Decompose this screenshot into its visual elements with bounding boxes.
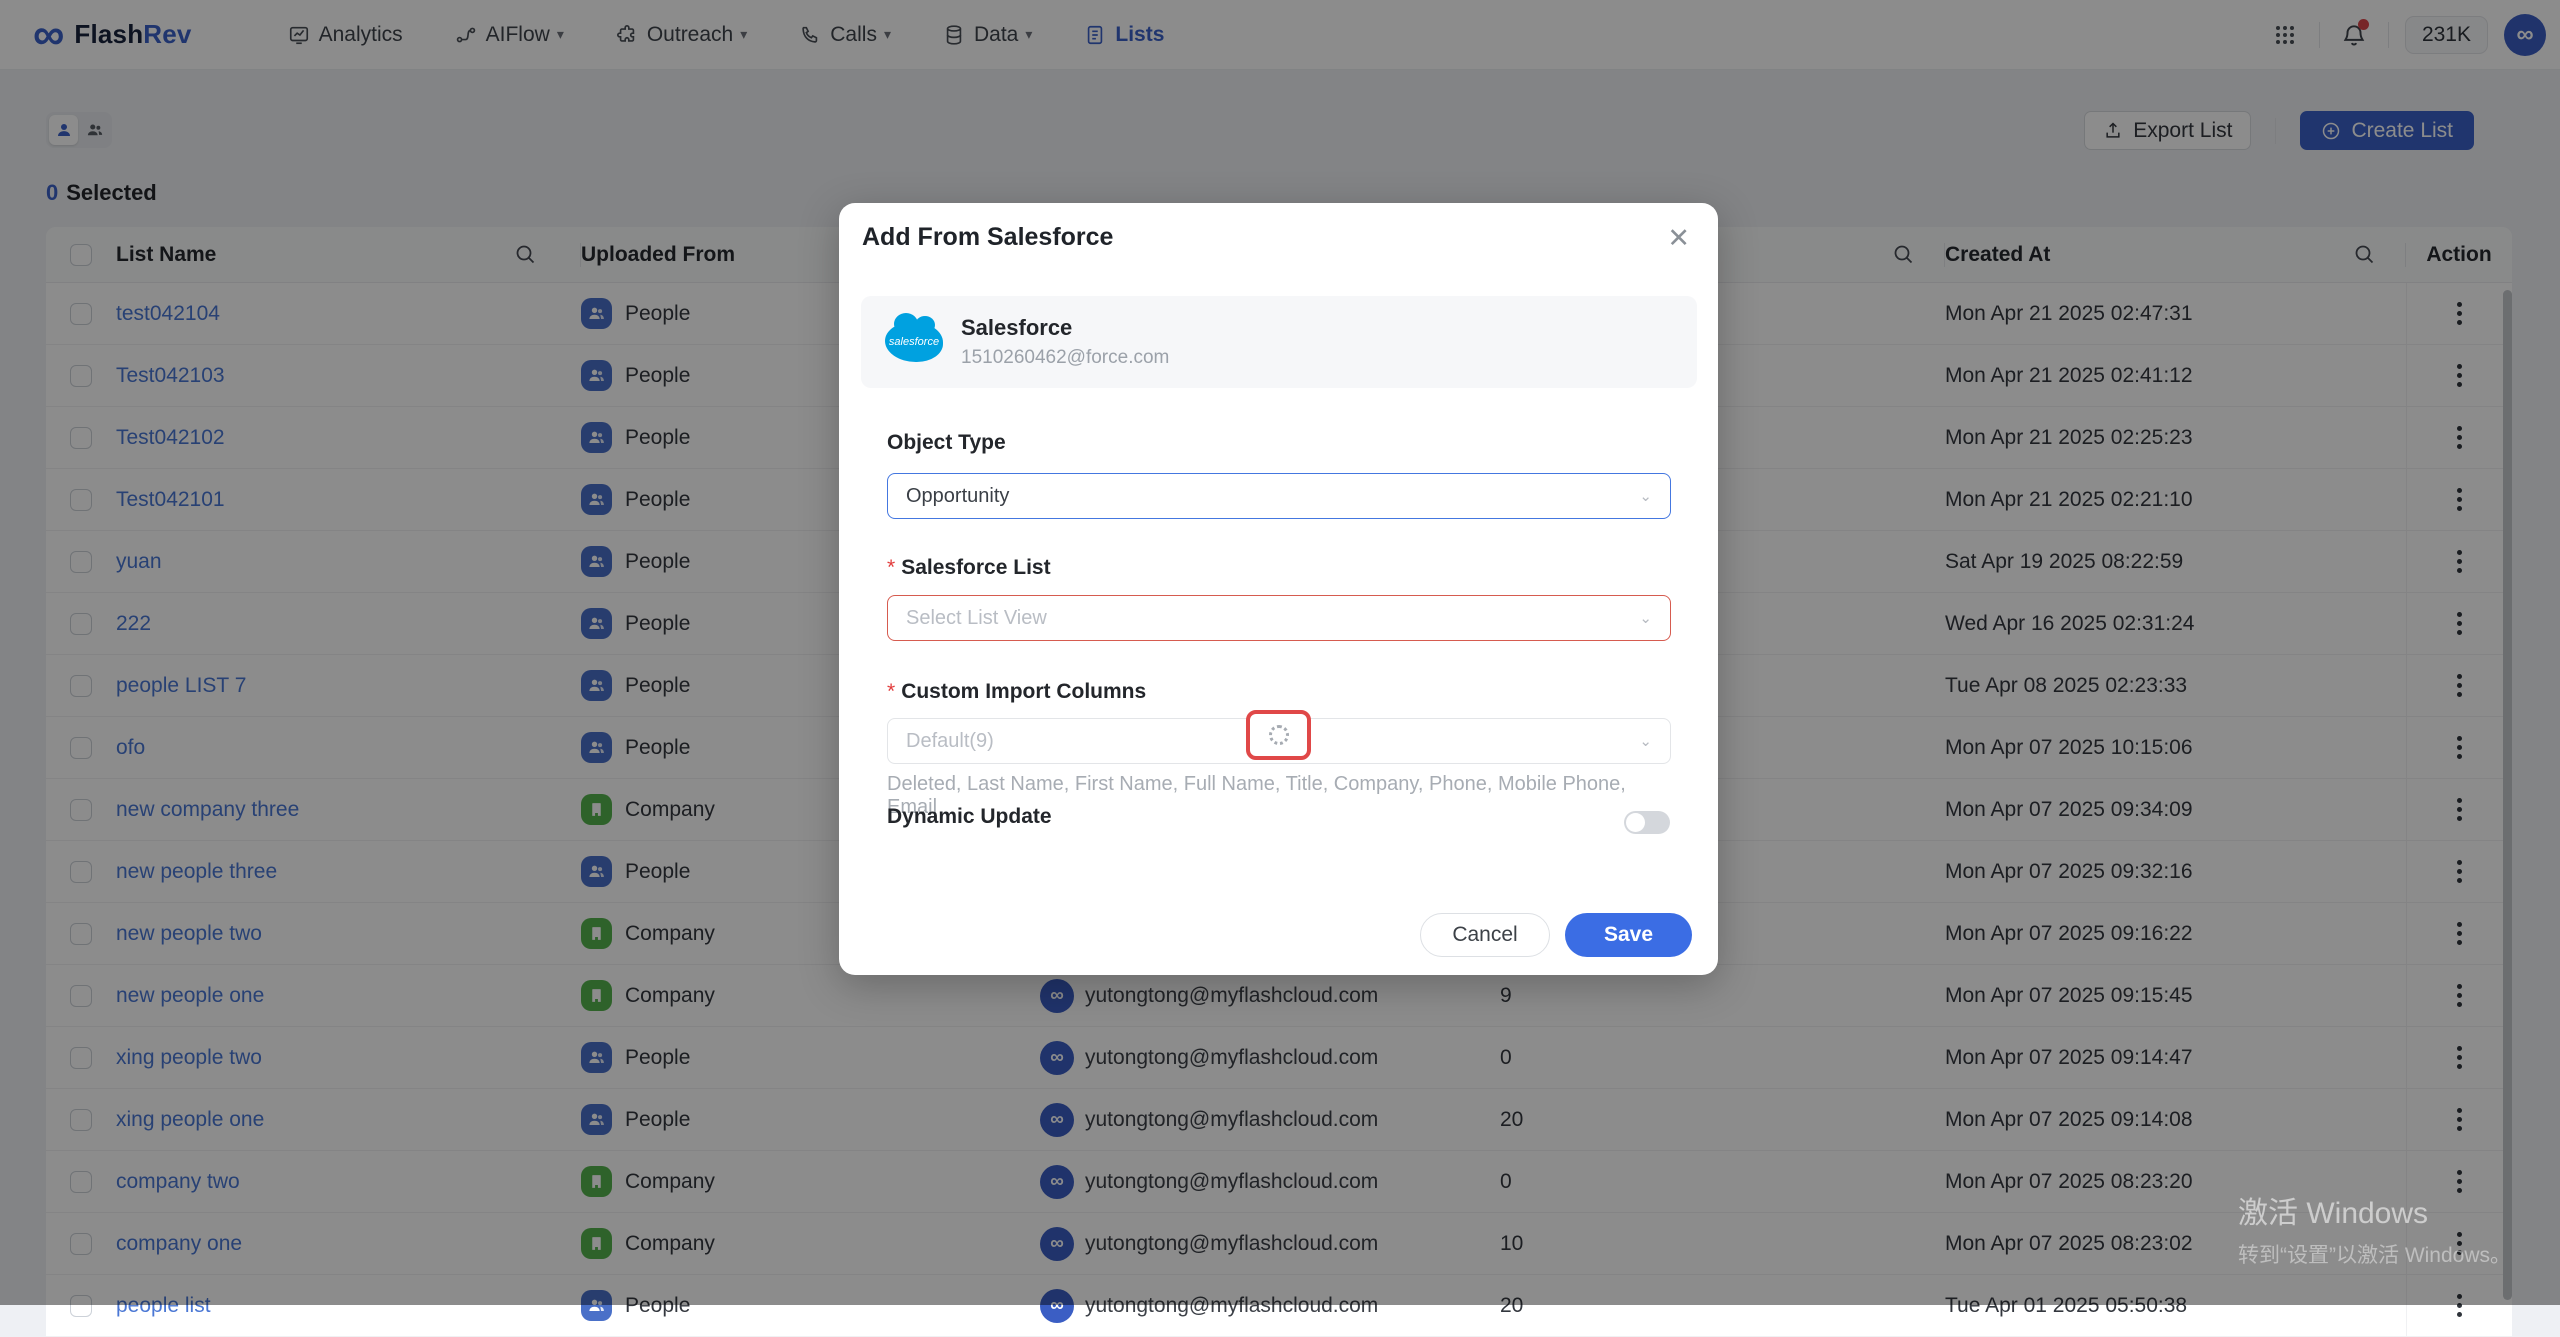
required-asterisk: * bbox=[887, 556, 895, 579]
dynamic-update-label: Dynamic Update bbox=[887, 805, 1052, 829]
salesforce-list-select[interactable]: Select List View ⌄ bbox=[887, 595, 1671, 641]
add-from-salesforce-modal: Add From Salesforce ✕ salesforce Salesfo… bbox=[839, 203, 1718, 975]
loading-highlight-box bbox=[1246, 710, 1311, 760]
object-type-select[interactable]: Opportunity ⌄ bbox=[887, 473, 1671, 519]
chevron-down-icon: ⌄ bbox=[1639, 487, 1652, 505]
object-type-value: Opportunity bbox=[906, 485, 1009, 508]
save-button[interactable]: Save bbox=[1565, 913, 1692, 957]
required-asterisk: * bbox=[887, 680, 895, 703]
chevron-down-icon: ⌄ bbox=[1639, 732, 1652, 750]
custom-import-columns-label: *Custom Import Columns bbox=[887, 680, 1146, 704]
cancel-button[interactable]: Cancel bbox=[1420, 913, 1550, 957]
close-icon[interactable]: ✕ bbox=[1667, 223, 1690, 254]
dynamic-update-toggle[interactable] bbox=[1624, 811, 1670, 834]
salesforce-list-placeholder: Select List View bbox=[906, 607, 1047, 630]
custom-import-columns-placeholder: Default(9) bbox=[906, 730, 994, 753]
chevron-down-icon: ⌄ bbox=[1639, 609, 1652, 627]
salesforce-logo: salesforce bbox=[885, 322, 943, 362]
salesforce-list-label: *Salesforce List bbox=[887, 556, 1051, 580]
salesforce-account-card: salesforce Salesforce 1510260462@force.c… bbox=[861, 296, 1697, 388]
salesforce-account-name: Salesforce bbox=[961, 315, 1169, 341]
salesforce-account-email: 1510260462@force.com bbox=[961, 347, 1169, 369]
loading-spinner-icon bbox=[1269, 725, 1289, 745]
toggle-knob bbox=[1626, 813, 1645, 832]
modal-title: Add From Salesforce bbox=[862, 223, 1113, 252]
object-type-label: Object Type bbox=[887, 431, 1006, 455]
